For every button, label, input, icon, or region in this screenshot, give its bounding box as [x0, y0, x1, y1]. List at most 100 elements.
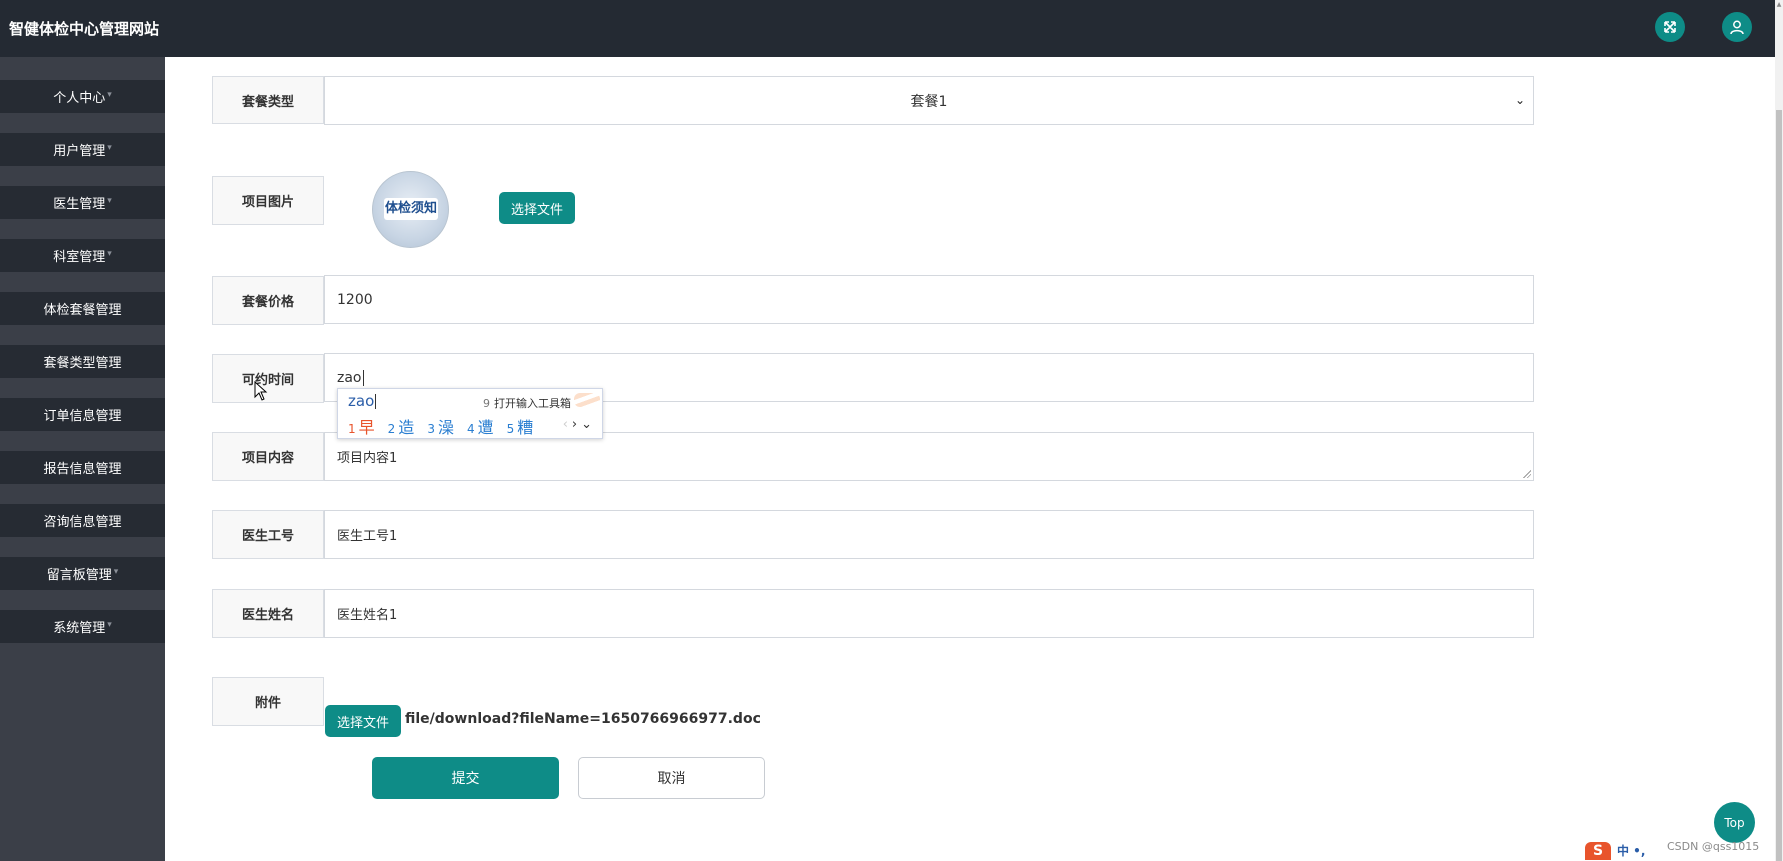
ime-candidate-number: 5	[506, 422, 515, 436]
ime-candidate-text: 早	[358, 418, 375, 437]
sidebar-item-label: 报告信息管理	[43, 462, 122, 477]
back-to-top-button[interactable]: Top	[1714, 802, 1755, 843]
sidebar-item[interactable]: 报告信息管理	[0, 451, 165, 484]
project-image-text: 体检须知	[384, 198, 438, 220]
ime-caret	[375, 394, 377, 409]
attachment-label: 附件	[212, 677, 324, 726]
caret-down-icon: ▾	[107, 142, 112, 153]
ime-prev-icon[interactable]: ‹	[563, 417, 572, 432]
project-image-label: 项目图片	[212, 176, 324, 225]
caret-down-icon: ▾	[113, 566, 119, 577]
sidebar-item-label: 用户管理	[53, 144, 106, 159]
ime-candidate-popup: zao 9 打开输入工具箱 1早2造3澡4遭5糟 ‹›⌄	[337, 388, 603, 439]
user-icon	[1730, 20, 1744, 35]
caret-down-icon: ▾	[107, 89, 112, 100]
choose-attachment-button[interactable]: 选择文件	[325, 705, 401, 737]
ime-candidate[interactable]: 4遭	[467, 414, 494, 438]
chevron-down-icon: ⌄	[1514, 93, 1525, 107]
watermark: CSDN @qss1015	[1667, 840, 1760, 853]
project-content-value: 项目内容1	[337, 451, 398, 466]
ime-toolbox-link[interactable]: 9 打开输入工具箱	[483, 395, 571, 411]
doctor-id-label: 医生工号	[212, 510, 324, 559]
package-type-label: 套餐类型	[212, 76, 324, 124]
sidebar-item-label: 体检套餐管理	[43, 303, 122, 318]
doctor-id-value: 医生工号1	[337, 529, 398, 544]
sidebar-item[interactable]: 留言板管理 ▾	[0, 557, 165, 590]
user-menu-button[interactable]	[1722, 12, 1752, 42]
cancel-button[interactable]: 取消	[578, 757, 765, 799]
ime-decoration-icon	[574, 393, 600, 407]
top-bar: 智健体检中心管理网站	[0, 0, 1775, 57]
available-time-label: 可约时间	[212, 354, 324, 403]
ime-candidate-text: 造	[398, 418, 415, 437]
sidebar-item[interactable]: 系统管理 ▾	[0, 610, 165, 643]
ime-nav: ‹›⌄	[563, 417, 596, 432]
mouse-cursor-icon	[254, 381, 268, 401]
package-type-value: 套餐1	[910, 93, 948, 110]
sidebar-item[interactable]: 体检套餐管理	[0, 292, 165, 325]
ime-candidate-number: 1	[348, 422, 356, 436]
ime-next-icon[interactable]: ›	[572, 417, 581, 432]
ime-toolbox-label: 打开输入工具箱	[494, 397, 571, 410]
scrollbar-thumb[interactable]	[1776, 110, 1782, 861]
package-price-value: 1200	[337, 291, 373, 308]
sidebar-item[interactable]: 医生管理 ▾	[0, 186, 165, 219]
sidebar-item-label: 科室管理	[53, 250, 106, 265]
caret-down-icon: ▾	[107, 248, 112, 259]
sidebar-item[interactable]: 用户管理 ▾	[0, 133, 165, 166]
available-time-value: zao	[337, 369, 362, 386]
ime-candidate-number: 3	[427, 422, 435, 436]
sidebar-item[interactable]: 套餐类型管理	[0, 345, 165, 378]
project-content-label: 项目内容	[212, 432, 324, 481]
sidebar-item-label: 个人中心	[53, 91, 106, 106]
ime-candidate[interactable]: 5糟	[507, 414, 534, 438]
caret-down-icon: ▾	[107, 195, 112, 206]
sidebar-item-label: 套餐类型管理	[43, 356, 122, 371]
ime-candidate-text: 糟	[517, 418, 534, 437]
sidebar-item-label: 留言板管理	[46, 568, 112, 583]
ime-tray: S 中 •,	[1585, 840, 1645, 861]
caret-down-icon: ▾	[107, 619, 112, 630]
fullscreen-icon	[1664, 21, 1676, 33]
ime-tray-status[interactable]: 中 •,	[1617, 842, 1645, 859]
choose-image-file-button[interactable]: 选择文件	[499, 192, 575, 224]
ime-toolbox-number: 9	[483, 397, 490, 410]
ime-candidate[interactable]: 3澡	[427, 414, 454, 438]
sidebar-item[interactable]: 科室管理 ▾	[0, 239, 165, 272]
doctor-name-label: 医生姓名	[212, 589, 324, 638]
sidebar-item[interactable]: 个人中心 ▾	[0, 80, 165, 113]
ime-composition-text: zao	[348, 392, 375, 410]
sidebar-item-label: 订单信息管理	[43, 409, 122, 424]
project-image-preview: 体检须知	[372, 171, 449, 248]
ime-candidate[interactable]: 1早	[348, 414, 375, 438]
ime-candidate[interactable]: 2造	[388, 414, 415, 438]
doctor-name-value: 医生姓名1	[337, 608, 398, 623]
resize-handle-icon[interactable]	[1523, 470, 1531, 478]
project-content-textarea[interactable]: 项目内容1	[324, 432, 1534, 481]
sidebar: 个人中心 ▾ 用户管理 ▾ 医生管理 ▾ 科室管理 ▾ 体检套餐管理 套餐类型管理 订单信息管理 报告…	[0, 57, 165, 861]
ime-candidate-text: 澡	[437, 418, 454, 437]
submit-button[interactable]: 提交	[372, 757, 559, 799]
ime-candidate-list: 1早2造3澡4遭5糟	[348, 414, 546, 438]
ime-composition: zao	[348, 392, 377, 410]
sidebar-item-label: 医生管理	[53, 197, 106, 212]
sidebar-item-label: 咨询信息管理	[43, 515, 122, 530]
sidebar-item-label: 系统管理	[53, 621, 106, 636]
text-caret	[362, 369, 364, 386]
package-price-input[interactable]: 1200	[324, 275, 1534, 324]
ime-candidate-number: 4	[466, 422, 475, 436]
package-price-label: 套餐价格	[212, 276, 324, 325]
ime-candidate-number: 2	[387, 422, 396, 436]
doctor-id-input[interactable]: 医生工号1	[324, 510, 1534, 559]
ime-candidate-text: 遭	[477, 418, 494, 437]
scroll-up-icon[interactable]: ▲	[1776, 2, 1782, 8]
sidebar-item[interactable]: 订单信息管理	[0, 398, 165, 431]
sogou-logo-icon[interactable]: S	[1585, 841, 1611, 860]
site-title: 智健体检中心管理网站	[9, 20, 160, 38]
doctor-name-input[interactable]: 医生姓名1	[324, 589, 1534, 638]
ime-expand-icon[interactable]: ⌄	[581, 417, 596, 432]
sidebar-item[interactable]: 咨询信息管理	[0, 504, 165, 537]
package-type-select[interactable]: 套餐1 ⌄	[324, 76, 1534, 125]
attachment-file-link[interactable]: file/download?fileName=1650766966977.doc	[405, 711, 761, 727]
fullscreen-button[interactable]	[1655, 12, 1685, 42]
